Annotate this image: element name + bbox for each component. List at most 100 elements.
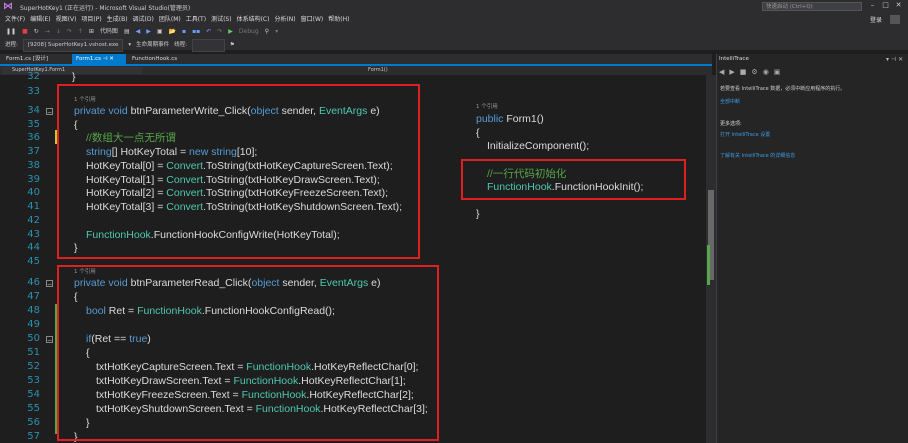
collapse-icon[interactable]: − (46, 336, 53, 344)
line-number: 47 (27, 291, 40, 302)
pin-icon[interactable]: ⊣ (891, 56, 898, 63)
learn-more-link[interactable]: 了解有关 IntelliTrace 的详细信息 (720, 152, 795, 159)
menu-view[interactable]: 视图(V) (56, 14, 77, 25)
close-tab-icon[interactable]: ✕ (109, 56, 114, 62)
process-bar: 进程: [9208] SuperHotKey1.vshost.exe ▾ 生命周期事件… (0, 39, 908, 52)
lifecycle-events[interactable]: 生命周期事件 (136, 40, 169, 51)
collapse-icon[interactable]: − (46, 280, 53, 288)
continue-icon[interactable]: ▶ (228, 25, 233, 39)
close-icon[interactable]: ✕ (892, 1, 905, 9)
line-number: 38 (27, 160, 40, 171)
open-settings-link[interactable]: 打开 IntelliTrace 设置 (720, 131, 770, 138)
menu-tools[interactable]: 工具(T) (186, 14, 206, 25)
line-number: 43 (27, 229, 40, 240)
filter-icon[interactable]: ⚑ (230, 40, 235, 51)
tab-functionhook-cs[interactable]: FunctionHook.cs (128, 54, 188, 64)
menu-window[interactable]: 窗口(W) (301, 14, 324, 25)
member-combo[interactable]: Form1() (360, 67, 460, 74)
avatar[interactable] (890, 15, 900, 24)
redo-icon[interactable]: ↷ (217, 25, 222, 39)
more-icon[interactable]: ▾ (275, 25, 278, 39)
step-into-icon[interactable]: ↓ (56, 25, 61, 39)
back-icon[interactable]: ◀ (719, 68, 724, 76)
open-file-icon[interactable]: 📂 (169, 25, 176, 39)
line-number: 46 (27, 277, 40, 288)
thread-label: 线程: (174, 42, 188, 48)
menu-file[interactable]: 文件(F) (5, 14, 25, 25)
forward-icon[interactable]: ▶ (729, 68, 734, 76)
collapse-icon[interactable]: − (46, 108, 53, 116)
intellitrace-panel (716, 54, 908, 443)
find-icon[interactable]: ⚲ (265, 25, 269, 39)
menu-test[interactable]: 测试(S) (211, 14, 232, 25)
line-number: 33 (27, 86, 40, 97)
line-number: 57 (27, 431, 40, 442)
menu-project[interactable]: 项目(P) (81, 14, 101, 25)
menu-bar: 文件(F) 编辑(E) 视图(V) 项目(P) 生成(B) 调试(D) 团队(M) 工具(T)… (0, 14, 908, 25)
menu-debug[interactable]: 调试(D) (133, 14, 154, 25)
break-all-link[interactable]: 全部中断 (720, 98, 740, 105)
tab-form1-cs[interactable]: Form1.cs ⊣ ✕ (72, 54, 126, 64)
code-editor[interactable]: 32 33 34 35 36 37 38 39 40 41 42 43 44 4… (0, 71, 706, 443)
back-icon[interactable]: ◀ (136, 25, 141, 39)
line-number: 37 (27, 146, 40, 157)
close-icon[interactable]: ✕ (898, 56, 903, 63)
process-label: 进程: (5, 42, 18, 48)
code-map-button[interactable]: 代码图 (100, 25, 118, 39)
process-combo[interactable]: [9208] SuperHotKey1.vshost.exe (22, 39, 124, 52)
line-number: 41 (27, 201, 40, 212)
menu-analyze[interactable]: 分析(N) (274, 14, 295, 25)
code-line: } (476, 208, 480, 220)
step-over-icon[interactable]: ↷ (67, 25, 72, 39)
solution-explorer-icon[interactable]: ▤ (124, 25, 130, 39)
code-line: InitializeComponent(); (487, 140, 590, 152)
line-number: 44 (27, 242, 40, 253)
new-project-icon[interactable]: ▣ (157, 25, 163, 39)
stop-icon[interactable]: ■ (22, 25, 28, 39)
pause-icon[interactable]: ❚❚ (6, 25, 16, 39)
save-all-icon[interactable]: ▪▪ (192, 25, 200, 39)
line-number: 50 (27, 333, 40, 344)
settings-icon[interactable]: ⚙ (751, 68, 757, 76)
intellitrace-toolbar: ◀ ▶ ■ ⚙ ◉ ▣ (719, 68, 785, 76)
reference-count[interactable]: 1 个引用 (476, 104, 498, 110)
code-line: } (72, 71, 76, 83)
debug-config-combo[interactable]: Debug (239, 25, 259, 39)
restart-icon[interactable]: ↻ (34, 25, 39, 39)
minimize-icon[interactable]: – (866, 1, 879, 9)
save-icon[interactable]: ▪ (182, 25, 186, 39)
thread-combo[interactable] (192, 39, 225, 52)
visual-studio-logo-icon: ⋈ (3, 1, 13, 12)
maximize-icon[interactable]: □ (879, 1, 892, 9)
quick-launch-input[interactable]: 快速启动 (Ctrl+Q) (762, 2, 862, 11)
menu-build[interactable]: 生成(B) (107, 14, 128, 25)
menu-help[interactable]: 帮助(H) (328, 14, 349, 25)
undo-icon[interactable]: ↶ (206, 25, 211, 39)
line-number: 35 (27, 119, 40, 130)
stop-icon[interactable]: ■ (740, 68, 747, 76)
line-number: 54 (27, 389, 40, 400)
snapshot-icon[interactable]: ◉ (763, 68, 769, 76)
login-link[interactable]: 登录 (870, 15, 882, 24)
lifecycle-icon: ▾ (128, 42, 132, 48)
forward-icon[interactable]: ▶ (146, 25, 151, 39)
navigation-bar: SuperHotKey1.Form1 Form1() (0, 66, 712, 75)
menu-team[interactable]: 团队(M) (159, 14, 181, 25)
panel-controls: ▾ ⊣ ✕ (886, 56, 903, 63)
open-icon[interactable]: ▣ (774, 68, 781, 76)
code-map-icon[interactable]: ⊞ (89, 25, 94, 39)
debug-toolbar: ❚❚ ■ ↻ → ↓ ↷ ↑ ⊞ 代码图 ▤ ◀ ▶ ▣ 📂 ▪ ▪▪ ↶ ↷ ▶ Debug ⚲ ▾ (0, 25, 908, 40)
step-out-icon[interactable]: ↑ (78, 25, 83, 39)
scrollbar-change-marker (707, 245, 710, 285)
code-line: { (476, 127, 480, 139)
tab-form1-designer[interactable]: Form1.cs [设计] (2, 54, 70, 64)
show-next-statement-icon[interactable]: → (45, 25, 50, 39)
more-options-heading: 更多选项: (720, 121, 742, 127)
line-number: 55 (27, 403, 40, 414)
line-number: 36 (27, 132, 40, 143)
line-number: 42 (27, 215, 40, 226)
highlight-box-read-method (57, 265, 439, 441)
intellitrace-title: IntelliTrace (719, 56, 749, 62)
menu-architecture[interactable]: 体系结构(C) (237, 14, 270, 25)
menu-edit[interactable]: 编辑(E) (30, 14, 50, 25)
